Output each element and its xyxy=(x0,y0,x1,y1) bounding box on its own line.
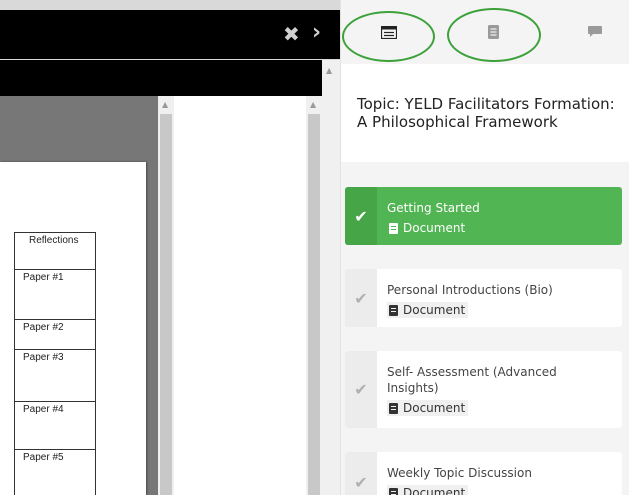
item-title: Getting Started xyxy=(387,201,480,215)
item-type-label: Document xyxy=(403,486,466,495)
item-title: Self- Assessment (Advanced Insights) xyxy=(387,365,557,395)
document-scrollbar[interactable] xyxy=(158,96,174,495)
pane-scrollbar[interactable] xyxy=(306,96,322,495)
app-root: ✖ › ▲ Reflections Paper #1 Paper #2 Pape… xyxy=(0,0,629,495)
item-type-badge: Document xyxy=(387,485,469,495)
document-icon xyxy=(389,487,398,495)
topic-title: Topic: YELD Facilitators Formation: A Ph… xyxy=(357,95,615,131)
blank-pane xyxy=(174,96,306,495)
document-icon xyxy=(389,222,398,234)
scroll-up-arrow-icon[interactable]: ▲ xyxy=(162,100,168,109)
table-row: Paper #3 xyxy=(14,349,96,402)
check-icon: ✔ xyxy=(345,351,377,428)
chevron-right-icon[interactable]: › xyxy=(312,20,321,46)
item-type-label: Document xyxy=(403,401,466,415)
list-item[interactable]: ✔ Getting Started Document xyxy=(345,187,622,245)
list-item[interactable]: ✔ Self- Assessment (Advanced Insights) D… xyxy=(345,351,622,428)
item-type-label: Document xyxy=(403,221,466,235)
item-type-badge: Document xyxy=(387,400,469,416)
outer-scrollbar[interactable] xyxy=(322,60,340,495)
item-title: Weekly Topic Discussion xyxy=(387,466,532,480)
check-icon: ✔ xyxy=(345,452,377,495)
tab-chat[interactable] xyxy=(547,0,629,64)
scrollbar-thumb[interactable] xyxy=(308,114,320,495)
document-icon xyxy=(389,304,398,316)
course-panel: Topic: YELD Facilitators Formation: A Ph… xyxy=(340,0,629,495)
scroll-up-arrow-icon[interactable]: ▲ xyxy=(310,100,316,109)
table-header: Reflections xyxy=(14,232,96,270)
list-item[interactable]: ✔ Personal Introductions (Bio) Document xyxy=(345,269,622,327)
annotation-circle xyxy=(447,8,541,62)
check-icon: ✔ xyxy=(345,269,377,327)
table-row: Paper #2 xyxy=(14,319,96,350)
table-row: Paper #5 xyxy=(14,449,96,495)
table-row: Paper #4 xyxy=(14,401,96,450)
panel-tabs xyxy=(341,0,629,64)
item-title: Personal Introductions (Bio) xyxy=(387,283,553,297)
item-type-label: Document xyxy=(403,303,466,317)
item-type-badge: Document xyxy=(387,220,468,236)
check-icon: ✔ xyxy=(345,187,377,245)
document-icon xyxy=(389,402,398,414)
viewer-subbar xyxy=(0,60,322,96)
item-type-badge: Document xyxy=(387,302,469,318)
close-icon[interactable]: ✖ xyxy=(283,22,300,46)
list-item[interactable]: ✔ Weekly Topic Discussion Document xyxy=(345,452,622,495)
scrollbar-thumb[interactable] xyxy=(160,114,172,495)
table-row: Paper #1 xyxy=(14,269,96,320)
reflections-table: Reflections Paper #1 Paper #2 Paper #3 P… xyxy=(14,232,96,495)
annotation-circle xyxy=(342,11,435,62)
chat-icon xyxy=(588,26,602,37)
scroll-up-arrow-icon[interactable]: ▲ xyxy=(326,66,332,75)
document-viewer: ✖ › ▲ Reflections Paper #1 Paper #2 Pape… xyxy=(0,0,340,495)
